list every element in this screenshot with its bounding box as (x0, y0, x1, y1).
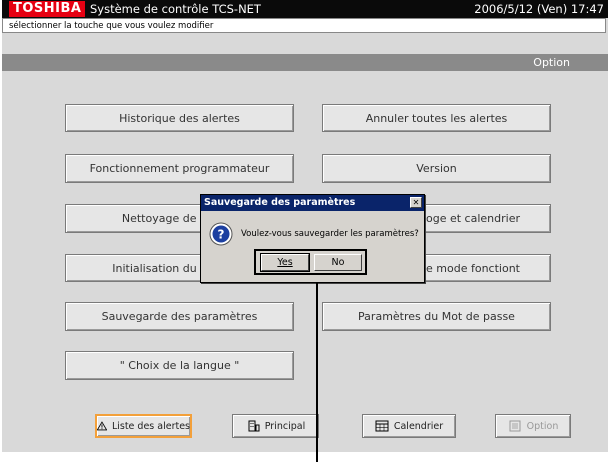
main-screen-label: Principal (264, 420, 306, 432)
password-settings-button[interactable]: Paramètres du Mot de passe (322, 302, 551, 331)
language-button[interactable]: " Choix de la langue " (65, 351, 294, 380)
version-button[interactable]: Version (322, 154, 551, 183)
calendar-icon (375, 420, 389, 432)
dialog-message: Voulez-vous sauvegarder les paramètres? (241, 229, 419, 239)
alert-list-button[interactable]: Liste des alertes (95, 414, 192, 438)
option-button[interactable]: Option (495, 414, 571, 438)
scheduler-button[interactable]: Fonctionnement programmateur (65, 154, 294, 183)
yes-label: Yes (277, 257, 293, 268)
main-screen-button[interactable]: Principal (232, 414, 319, 438)
yes-button[interactable]: Yes (260, 253, 310, 272)
warning-icon (97, 421, 107, 431)
datetime-display: 2006/5/12 (Ven) 17:47 (474, 2, 604, 16)
history-button[interactable]: Historique des alertes (65, 104, 294, 132)
save-confirm-dialog: Sauvegarde des paramètres ✕ ? Voulez-vou… (200, 194, 425, 283)
title-bar: TOSHIBA Système de contrôle TCS-NET 2006… (2, 0, 608, 18)
option-icon (509, 420, 521, 432)
no-button[interactable]: No (314, 254, 362, 271)
dialog-title: Sauvegarde des paramètres (201, 195, 424, 211)
building-icon (248, 420, 260, 432)
save-parameters-button[interactable]: Sauvegarde des paramètres (65, 302, 294, 331)
option-label: Option (526, 420, 559, 432)
cancel-all-alerts-button[interactable]: Annuler toutes les alertes (322, 104, 551, 132)
brand-logo: TOSHIBA (9, 1, 86, 17)
close-icon[interactable]: ✕ (410, 197, 422, 208)
section-title: Option (533, 56, 570, 69)
alert-list-label: Liste des alertes (111, 420, 190, 432)
dialog-button-group: Yes No (254, 249, 367, 275)
calendar-button[interactable]: Calendrier (362, 414, 456, 438)
calendar-label: Calendrier (393, 420, 444, 432)
question-icon: ? (209, 222, 233, 246)
app-screen: TOSHIBA Système de contrôle TCS-NET 2006… (2, 0, 608, 452)
callout-line (316, 283, 318, 462)
hint-bar: sélectionner la touche que vous voulez m… (2, 18, 606, 33)
app-title: Système de contrôle TCS-NET (90, 2, 261, 16)
svg-text:?: ? (218, 228, 225, 242)
section-header: Option (2, 54, 608, 71)
